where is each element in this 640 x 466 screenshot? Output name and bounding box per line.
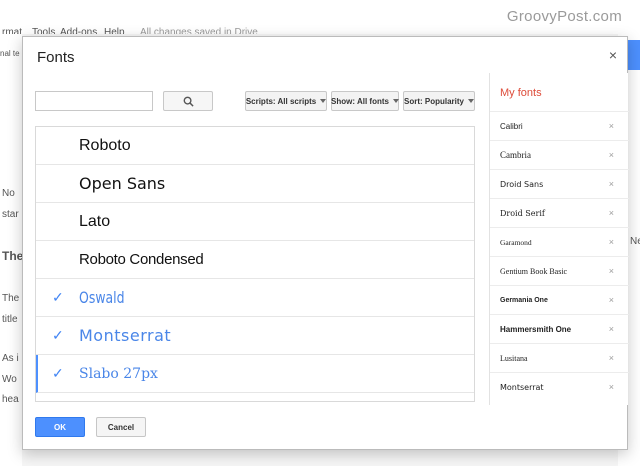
- font-name: Slabo 27px: [79, 365, 158, 382]
- font-search-input[interactable]: [35, 91, 153, 111]
- font-row-lato[interactable]: Lato: [36, 203, 474, 241]
- sort-dropdown[interactable]: Sort: Popularity: [403, 91, 475, 111]
- my-font-label: Gentium Book Basic: [500, 266, 568, 276]
- my-font-item[interactable]: Lusitana ×: [490, 343, 629, 372]
- bg-text: nal te: [0, 49, 20, 58]
- show-filter-label: Show: All fonts: [331, 96, 389, 106]
- font-list: Roboto Open Sans Lato Roboto Condensed ✓…: [35, 126, 475, 402]
- my-font-item[interactable]: Gentium Book Basic ×: [490, 256, 629, 285]
- my-font-item[interactable]: Germania One ×: [490, 285, 629, 314]
- chevron-down-icon: [320, 99, 327, 103]
- font-name: Roboto: [79, 136, 131, 154]
- remove-icon[interactable]: ×: [609, 324, 614, 334]
- font-name: Open Sans: [79, 174, 166, 193]
- chevron-down-icon: [468, 99, 475, 103]
- search-button[interactable]: [163, 91, 213, 111]
- close-icon[interactable]: ×: [609, 47, 617, 63]
- search-icon: [183, 96, 194, 107]
- remove-icon[interactable]: ×: [609, 121, 614, 131]
- font-name: Lato: [79, 212, 111, 230]
- fonts-dialog: Fonts × Scripts: All scripts Show: All f…: [22, 36, 629, 450]
- checkmark-icon: ✓: [52, 365, 64, 381]
- font-row-slabo[interactable]: ✓ Slabo 27px: [36, 355, 474, 393]
- my-font-label: Droid Serif: [500, 208, 545, 218]
- checkmark-icon: ✓: [52, 327, 64, 343]
- ok-button[interactable]: OK: [35, 417, 85, 437]
- remove-icon[interactable]: ×: [609, 353, 614, 363]
- remove-icon[interactable]: ×: [609, 208, 614, 218]
- remove-icon[interactable]: ×: [609, 179, 614, 189]
- remove-icon[interactable]: ×: [609, 266, 614, 276]
- bg-text: title: [2, 314, 18, 325]
- remove-icon[interactable]: ×: [609, 150, 614, 160]
- bg-heading: The: [2, 249, 24, 263]
- font-row-roboto-condensed[interactable]: Roboto Condensed: [36, 241, 474, 279]
- scripts-filter-label: Scripts: All scripts: [245, 96, 317, 106]
- bg-text: No: [2, 188, 15, 199]
- remove-icon[interactable]: ×: [609, 237, 614, 247]
- my-font-label: Cambria: [500, 150, 531, 160]
- my-font-item[interactable]: Droid Serif ×: [490, 198, 629, 227]
- my-fonts-list: Calibri × Cambria × Droid Sans × Droid S…: [490, 111, 629, 401]
- bg-text: The: [2, 293, 20, 304]
- chevron-down-icon: [392, 99, 399, 103]
- dialog-title: Fonts: [37, 49, 75, 66]
- share-button-edge[interactable]: [626, 40, 640, 70]
- checkmark-icon: ✓: [52, 289, 64, 305]
- font-row-open-sans[interactable]: Open Sans: [36, 165, 474, 203]
- show-filter-dropdown[interactable]: Show: All fonts: [331, 91, 399, 111]
- my-font-item[interactable]: Montserrat ×: [490, 372, 629, 401]
- scripts-filter-dropdown[interactable]: Scripts: All scripts: [245, 91, 327, 111]
- font-row-montserrat[interactable]: ✓ Montserrat: [36, 317, 474, 355]
- watermark: GroovyPost.com: [506, 8, 622, 25]
- font-name: Montserrat: [79, 326, 172, 345]
- my-font-label: Germania One: [500, 296, 548, 304]
- remove-icon[interactable]: ×: [609, 382, 614, 392]
- bg-text: Ne: [630, 236, 640, 247]
- sort-label: Sort: Popularity: [404, 96, 465, 106]
- my-font-label: Calibri: [500, 121, 523, 131]
- my-font-item[interactable]: Garamond ×: [490, 227, 629, 256]
- bg-text: As i: [2, 353, 19, 364]
- my-font-label: Montserrat: [500, 382, 544, 392]
- my-fonts-panel: My fonts Calibri × Cambria × Droid Sans …: [489, 73, 629, 405]
- my-font-item[interactable]: Droid Sans ×: [490, 169, 629, 198]
- my-font-label: Lusitana: [500, 353, 528, 363]
- my-font-item[interactable]: Cambria ×: [490, 140, 629, 169]
- font-row-oswald[interactable]: ✓ Oswald: [36, 279, 474, 317]
- my-font-item[interactable]: Calibri ×: [490, 111, 629, 140]
- my-font-label: Hammersmith One: [500, 324, 572, 334]
- font-name: Oswald: [79, 288, 125, 307]
- cancel-button[interactable]: Cancel: [96, 417, 146, 437]
- bg-text: star: [2, 209, 19, 220]
- font-row-roboto[interactable]: Roboto: [36, 127, 474, 165]
- bg-text: Wo: [2, 374, 17, 385]
- my-fonts-title: My fonts: [500, 87, 542, 99]
- my-font-item[interactable]: Hammersmith One ×: [490, 314, 629, 343]
- font-name: Roboto Condensed: [79, 251, 204, 268]
- bg-text: hea: [2, 394, 19, 405]
- my-font-label: Droid Sans: [500, 179, 544, 189]
- my-font-label: Garamond: [500, 237, 532, 247]
- remove-icon[interactable]: ×: [609, 295, 614, 305]
